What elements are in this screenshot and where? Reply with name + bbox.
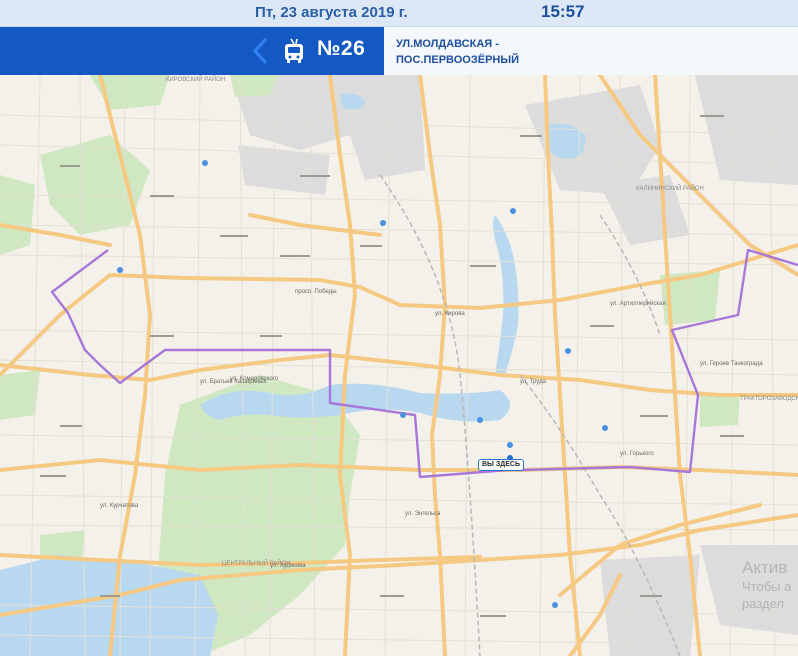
city-map[interactable]: КИРОВСКИЙ РАЙОН ЦЕНТРАЛЬНЫЙ РАЙОН КАЛИНИ… (0, 75, 798, 656)
district-label-0: КИРОВСКИЙ РАЙОН (166, 75, 225, 83)
watermark-line-3: раздел (742, 596, 784, 611)
street-label-7: ул. Артиллерийская (610, 300, 666, 307)
date-display: Пт, 23 августа 2019 г. (255, 4, 408, 21)
route-number: №26 (317, 37, 366, 60)
street-label-2: ул. Кирова (435, 311, 465, 317)
street-label-5: ул. Худякова (270, 563, 306, 569)
street-label-0: просп. Победы (295, 289, 337, 295)
route-header-panel: №26 (0, 27, 384, 75)
you-are-here-label: ВЫ ЗДЕСЬ (478, 459, 524, 471)
route-end: ПОС.ПЕРВООЗЁРНЫЙ (396, 54, 520, 66)
back-button[interactable] (247, 34, 273, 68)
street-label-3: ул. Труда (520, 379, 547, 385)
street-label-10: ул. Комаровского (230, 376, 279, 382)
watermark-line-1: Актив (742, 558, 788, 577)
route-name: УЛ.МОЛДАВСКАЯ - ПОС.ПЕРВООЗЁРНЫЙ (396, 36, 636, 68)
street-label-4: ул. Энгельса (405, 511, 441, 517)
street-label-9: ул. Горького (620, 451, 654, 457)
route-start: УЛ.МОЛДАВСКАЯ - (396, 38, 499, 50)
street-label-6: ул. Курчатова (100, 503, 139, 509)
time-display: 15:57 (541, 2, 585, 21)
watermark-line-2: Чтобы а (742, 579, 792, 594)
chevron-left-icon (253, 38, 267, 64)
status-bar: Пт, 23 августа 2019 г. 15:57 (0, 0, 798, 27)
street-label-8: ул. Героев Танкограда (700, 361, 763, 367)
map-canvas: КИРОВСКИЙ РАЙОН ЦЕНТРАЛЬНЫЙ РАЙОН КАЛИНИ… (0, 75, 798, 656)
district-label-2: КАЛИНИНСКИЙ РАЙОН (636, 184, 704, 192)
route-header: №26 УЛ.МОЛДАВСКАЯ - ПОС.ПЕРВООЗЁРНЫЙ (0, 27, 798, 75)
district-label-3: ТРАКТОРОЗАВОДСКИЙ РАЙОН (740, 394, 798, 402)
trolleybus-icon (285, 38, 303, 63)
activation-watermark: Актив Чтобы а раздел (742, 558, 791, 612)
